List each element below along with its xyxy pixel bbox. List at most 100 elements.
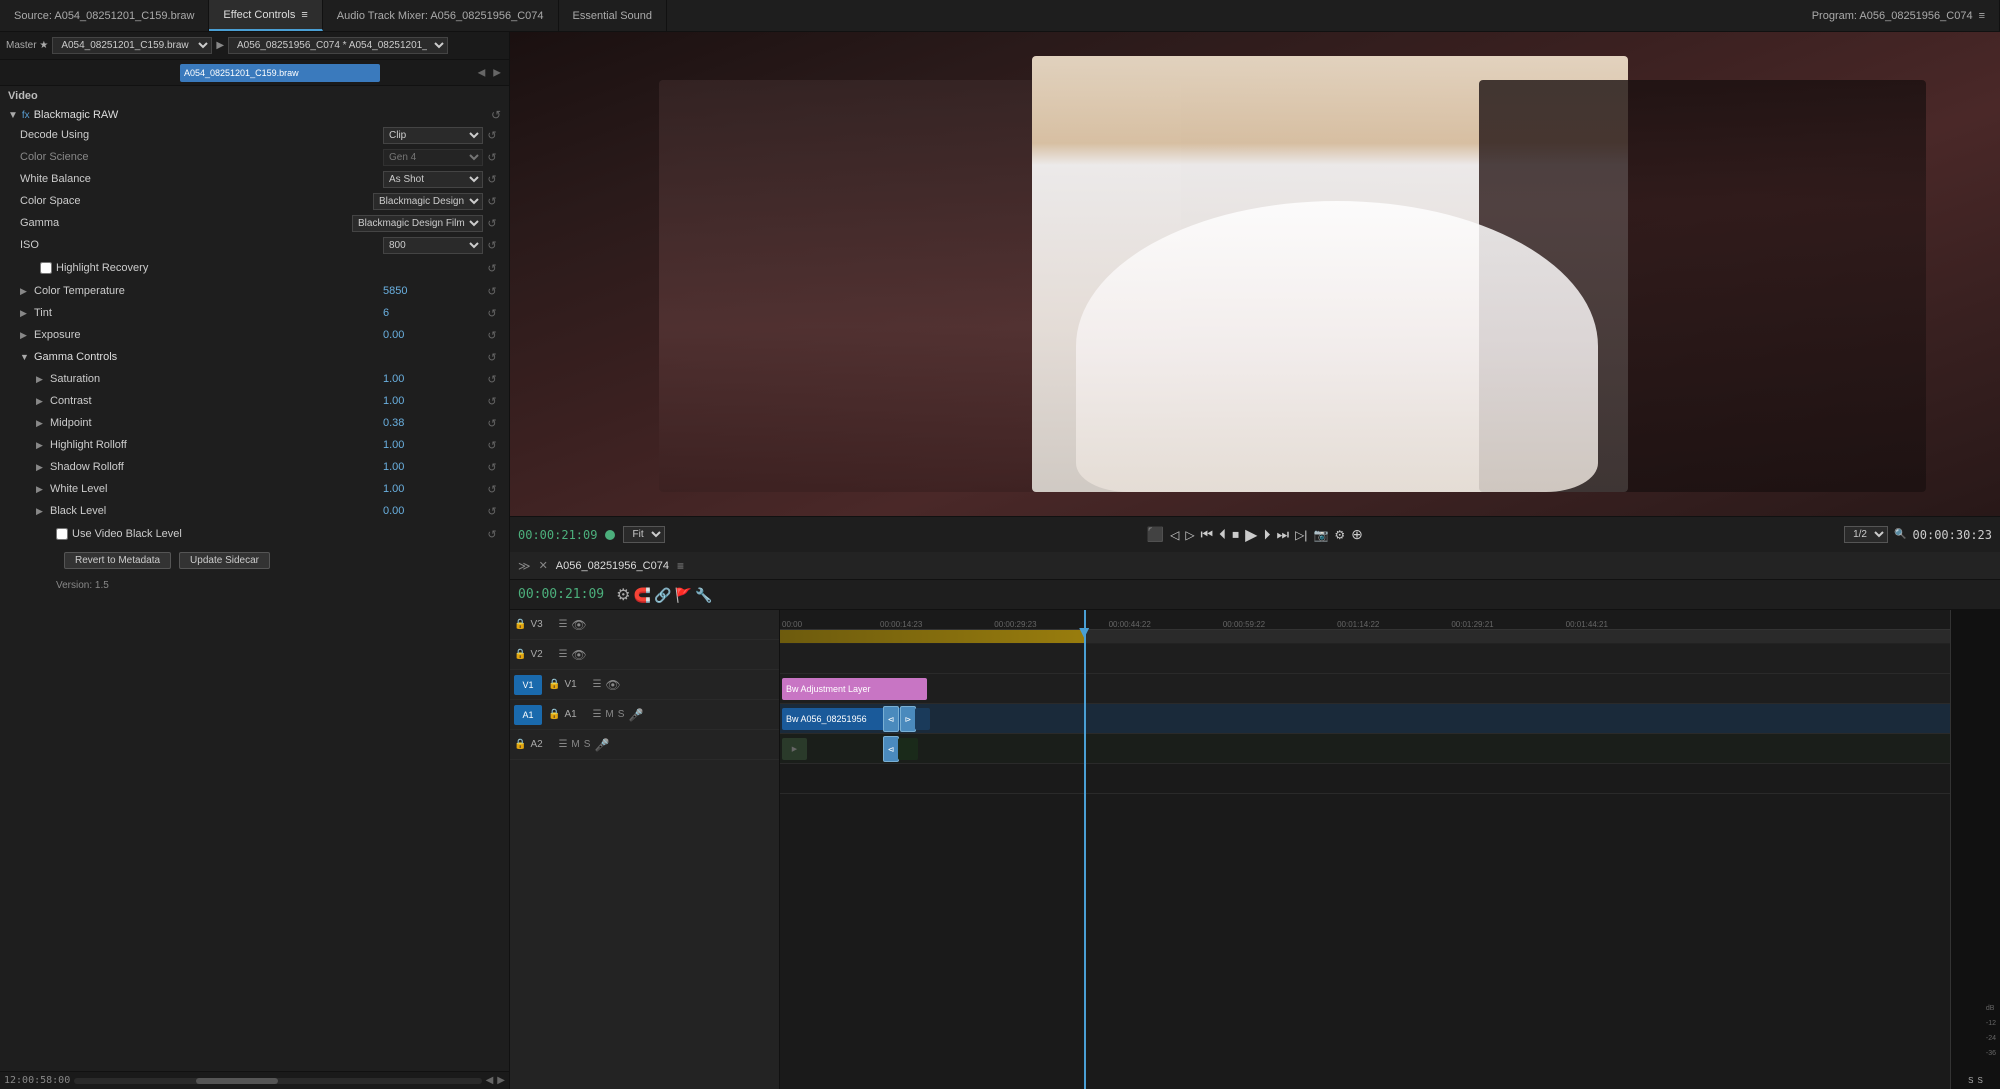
mark-in-btn[interactable]: ⬛: [1147, 526, 1164, 543]
scroll-left-btn[interactable]: ◀: [478, 67, 486, 78]
step-back-btn[interactable]: ⏮: [1201, 526, 1214, 543]
v2-toggle-btn[interactable]: ☰: [558, 649, 567, 660]
white-balance-reset[interactable]: ↺: [483, 170, 501, 188]
fx-enabled-icon[interactable]: fx: [22, 110, 30, 121]
tab-essential-sound[interactable]: Essential Sound: [559, 0, 668, 31]
contrast-reset[interactable]: ↺: [483, 392, 501, 410]
saturation-value[interactable]: 1.00: [383, 373, 483, 385]
color-space-reset[interactable]: ↺: [483, 192, 501, 210]
a1-patch-btn[interactable]: A1: [514, 705, 542, 725]
trim-handle-right[interactable]: ⊳: [900, 706, 916, 732]
flag-btn[interactable]: 🚩: [675, 587, 692, 604]
white-level-reset[interactable]: ↺: [483, 480, 501, 498]
shadow-rolloff-value[interactable]: 1.00: [383, 461, 483, 473]
prev-frame-btn[interactable]: ⏴: [1219, 526, 1226, 543]
use-video-black-level-reset[interactable]: ↺: [483, 525, 501, 543]
secondary-clip-select[interactable]: A056_08251956_C074 * A054_08251201_C159.…: [228, 37, 448, 54]
revert-to-metadata-button[interactable]: Revert to Metadata: [64, 552, 171, 569]
iso-select[interactable]: 800: [383, 237, 483, 254]
scroll-right-icon[interactable]: ▶: [497, 1075, 505, 1086]
tint-chevron[interactable]: ▶: [20, 308, 34, 319]
exposure-reset[interactable]: ↺: [483, 326, 501, 344]
tint-value[interactable]: 6: [383, 307, 483, 319]
a1-toggle-btn[interactable]: ☰: [592, 709, 601, 720]
tab-audio-mixer[interactable]: Audio Track Mixer: A056_08251956_C074: [323, 0, 559, 31]
mark-out-btn[interactable]: ◁: [1170, 528, 1179, 542]
fit-select[interactable]: Fit: [623, 526, 665, 543]
midpoint-chevron[interactable]: ▶: [36, 418, 50, 429]
gamma-controls-reset[interactable]: ↺: [483, 348, 501, 366]
shadow-rolloff-reset[interactable]: ↺: [483, 458, 501, 476]
clip-after-trim[interactable]: [915, 708, 930, 730]
go-to-in-btn[interactable]: ▷: [1185, 528, 1194, 542]
audio-clip-after[interactable]: [898, 738, 918, 760]
a2-lock-icon[interactable]: 🔒: [514, 739, 526, 750]
black-level-reset[interactable]: ↺: [483, 502, 501, 520]
v3-toggle-btn[interactable]: ☰: [558, 619, 567, 630]
fraction-select[interactable]: 1/2: [1844, 526, 1888, 543]
use-video-black-level-checkbox[interactable]: [56, 528, 68, 540]
close-timeline-btn[interactable]: ✕: [539, 559, 548, 572]
v3-lock-icon[interactable]: 🔒: [514, 619, 526, 630]
color-space-select[interactable]: Blackmagic Design: [373, 193, 483, 210]
adjustment-layer-clip[interactable]: Bw Adjustment Layer: [782, 678, 927, 700]
fx-reset-icon[interactable]: ↺: [491, 108, 501, 122]
saturation-chevron[interactable]: ▶: [36, 374, 50, 385]
black-level-value[interactable]: 0.00: [383, 505, 483, 517]
scroll-right-btn[interactable]: ▶: [493, 67, 501, 78]
shadow-rolloff-chevron[interactable]: ▶: [36, 462, 50, 473]
highlight-recovery-reset[interactable]: ↺: [483, 259, 501, 277]
white-balance-select[interactable]: As Shot: [383, 171, 483, 188]
white-level-chevron[interactable]: ▶: [36, 484, 50, 495]
white-level-value[interactable]: 1.00: [383, 483, 483, 495]
gamma-select[interactable]: Blackmagic Design Film: [352, 215, 483, 232]
v1-patch-btn[interactable]: V1: [514, 675, 542, 695]
contrast-chevron[interactable]: ▶: [36, 396, 50, 407]
update-sidecar-button[interactable]: Update Sidecar: [179, 552, 270, 569]
highlight-rolloff-value[interactable]: 1.00: [383, 439, 483, 451]
gamma-controls-chevron[interactable]: ▼: [20, 352, 34, 362]
scrub-bar[interactable]: [780, 630, 1950, 644]
iso-reset[interactable]: ↺: [483, 236, 501, 254]
tint-reset[interactable]: ↺: [483, 304, 501, 322]
highlight-rolloff-reset[interactable]: ↺: [483, 436, 501, 454]
v1-eye-icon[interactable]: 👁: [605, 678, 620, 692]
scroll-track[interactable]: [74, 1078, 481, 1084]
v1-lock-icon[interactable]: 🔒: [548, 679, 560, 690]
audio-clip-a1[interactable]: ▶: [782, 738, 807, 760]
color-temp-value[interactable]: 5850: [383, 285, 483, 297]
add-marker-btn[interactable]: ⊕: [1351, 526, 1363, 543]
color-science-select[interactable]: Gen 4: [383, 149, 483, 166]
link-btn[interactable]: 🔗: [654, 587, 671, 604]
next-frame-btn[interactable]: ⏵: [1263, 526, 1270, 543]
scroll-thumb[interactable]: [196, 1078, 277, 1084]
go-to-out-btn[interactable]: ▷|: [1295, 528, 1307, 542]
contrast-value[interactable]: 1.00: [383, 395, 483, 407]
saturation-reset[interactable]: ↺: [483, 370, 501, 388]
v3-eye-icon[interactable]: 👁: [571, 618, 586, 632]
highlight-recovery-checkbox[interactable]: [40, 262, 52, 274]
exposure-value[interactable]: 0.00: [383, 329, 483, 341]
midpoint-value[interactable]: 0.38: [383, 417, 483, 429]
midpoint-reset[interactable]: ↺: [483, 414, 501, 432]
tab-source[interactable]: Source: A054_08251201_C159.braw: [0, 0, 209, 31]
settings-btn[interactable]: ⚙: [1334, 528, 1345, 542]
decode-using-reset[interactable]: ↺: [483, 126, 501, 144]
v1-toggle-btn[interactable]: ☰: [592, 679, 601, 690]
decode-using-select[interactable]: Clip: [383, 127, 483, 144]
highlight-rolloff-chevron[interactable]: ▶: [36, 440, 50, 451]
export-frame-btn[interactable]: 📷: [1313, 528, 1328, 542]
gamma-reset[interactable]: ↺: [483, 214, 501, 232]
v2-lock-icon[interactable]: 🔒: [514, 649, 526, 660]
step-fwd-btn[interactable]: ⏭: [1276, 526, 1289, 543]
snap-btn[interactable]: 🧲: [634, 587, 651, 604]
color-temp-reset[interactable]: ↺: [483, 282, 501, 300]
exposure-chevron[interactable]: ▶: [20, 330, 34, 341]
scroll-left-icon[interactable]: ◀: [486, 1075, 494, 1086]
v2-eye-icon[interactable]: 👁: [571, 648, 586, 662]
master-clip-select[interactable]: A054_08251201_C159.braw: [52, 37, 212, 54]
timeline-menu-icon[interactable]: ≡: [677, 559, 684, 573]
audio-trim-handle[interactable]: ⊲: [883, 736, 899, 762]
a2-toggle-btn[interactable]: ☰: [558, 739, 567, 750]
collapse-panel-btn[interactable]: ≫: [518, 559, 531, 573]
